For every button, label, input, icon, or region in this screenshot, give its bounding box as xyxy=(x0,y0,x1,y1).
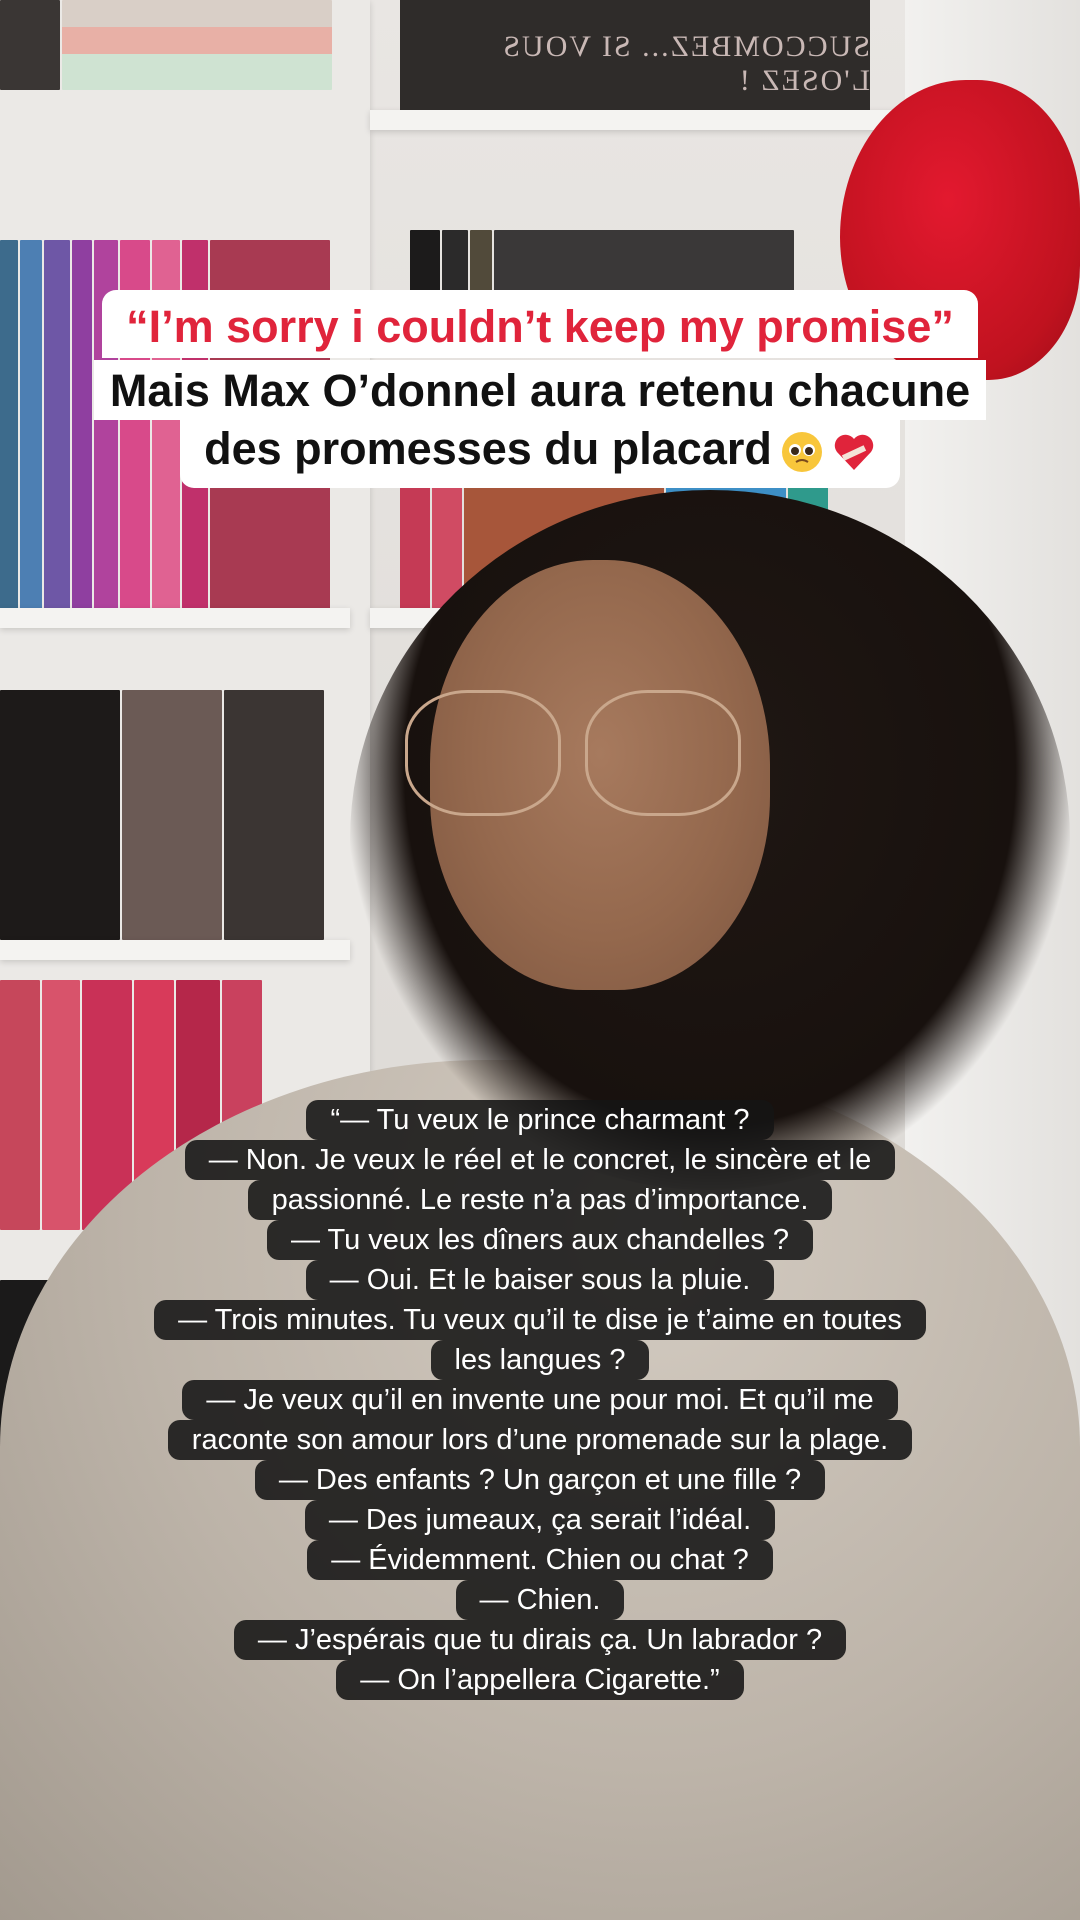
book-row xyxy=(0,690,340,940)
quote-caption: “— Tu veux le prince charmant ? — Non. J… xyxy=(0,1100,1080,1700)
mending-heart-icon xyxy=(834,434,874,471)
caption-line: des promesses du placard xyxy=(180,420,900,488)
quote-line: — Non. Je veux le réel et le concret, le… xyxy=(184,1140,896,1180)
quote-line: raconte son amour lors d’une promenade s… xyxy=(167,1420,913,1460)
shelf-board xyxy=(370,110,910,130)
book-box-text: SUCCOMBEZ... SI VOUS L'OSEZ ! xyxy=(501,30,870,97)
quote-line: — Trois minutes. Tu veux qu’il te dise j… xyxy=(154,1300,926,1340)
shelf-board xyxy=(0,940,350,960)
book-row xyxy=(0,0,340,90)
caption-line: Mais Max O’donnel aura retenu chacune xyxy=(93,360,987,420)
caption-line-text: des promesses du placard xyxy=(204,423,772,474)
quote-line: — J’espérais que tu dirais ça. Un labrad… xyxy=(233,1620,847,1660)
glasses-left-lens xyxy=(405,690,561,816)
pleading-face-icon xyxy=(781,432,822,473)
glasses-right-lens xyxy=(585,690,741,816)
quote-line: — Je veux qu’il en invente une pour moi.… xyxy=(182,1380,898,1420)
quote-line: — Des enfants ? Un garçon et une fille ? xyxy=(254,1460,826,1500)
quote-line: “— Tu veux le prince charmant ? xyxy=(306,1100,774,1140)
quote-line: — On l’appellera Cigarette.” xyxy=(336,1660,744,1700)
quote-line: — Oui. Et le baiser sous la pluie. xyxy=(305,1260,775,1300)
quote-line: — Des jumeaux, ça serait l’idéal. xyxy=(304,1500,776,1540)
quote-line: — Évidemment. Chien ou chat ? xyxy=(307,1540,773,1580)
top-caption: “I’m sorry i couldn’t keep my promise” M… xyxy=(0,290,1080,490)
shelf-board xyxy=(0,608,350,628)
book-box: SUCCOMBEZ... SI VOUS L'OSEZ ! xyxy=(400,0,870,110)
quote-line: passionné. Le reste n’a pas d’importance… xyxy=(247,1180,833,1220)
quote-line: — Tu veux les dîners aux chandelles ? xyxy=(266,1220,814,1260)
caption-title-quote: “I’m sorry i couldn’t keep my promise” xyxy=(102,290,978,358)
quote-line: — Chien. xyxy=(455,1580,625,1620)
quote-line: les langues ? xyxy=(430,1340,650,1380)
